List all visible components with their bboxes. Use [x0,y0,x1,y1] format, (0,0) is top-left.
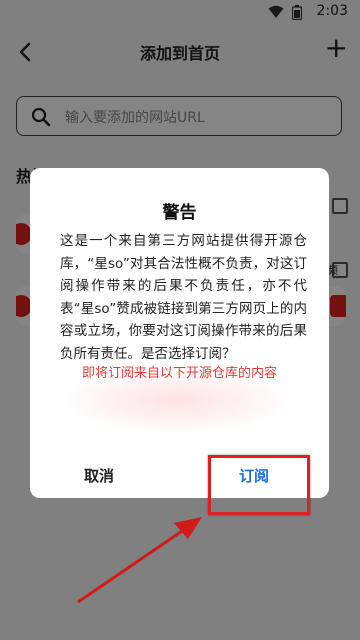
cancel-button[interactable]: 取消 [84,465,114,486]
pointer-arrow-icon [77,517,202,604]
dialog-note: 即将订阅来自以下开源仓库的内容 [81,366,277,381]
dialog-message: 这是一个来自第三方网站提供得开源仓库，“星so”对其合法性概不负责，对这订阅操作… [60,233,307,362]
dialog-title: 警告 [162,203,197,223]
highlight-box [208,455,310,515]
warning-dialog: 警告 这是一个来自第三方网站提供得开源仓库，“星so”对其合法性概不负责，对这订… [30,168,329,498]
